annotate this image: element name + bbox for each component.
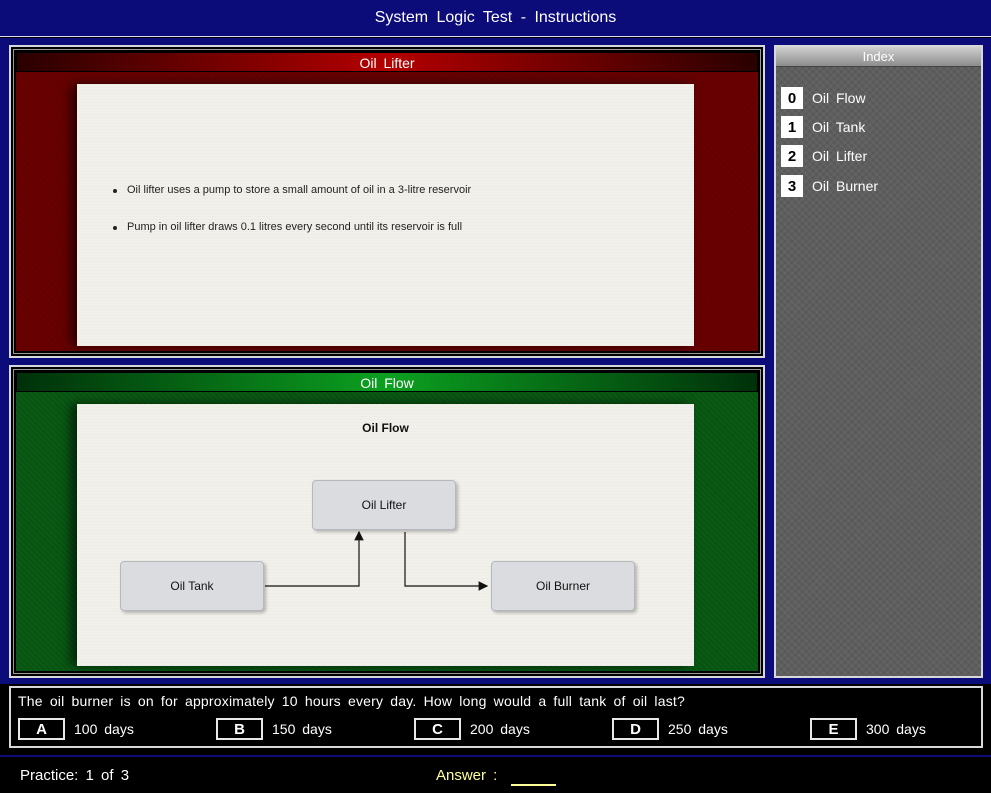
index-label: Oil Flow <box>812 90 866 106</box>
option-text: 100 days <box>74 721 134 737</box>
option-letter[interactable]: A <box>18 718 65 740</box>
option-text: 200 days <box>470 721 530 737</box>
option-text: 150 days <box>272 721 332 737</box>
index-panel: Index 0 Oil Flow 1 Oil Tank 2 Oil Lifter… <box>774 45 983 678</box>
option-c[interactable]: C 200 days <box>414 718 530 740</box>
question-area: The oil burner is on for approximately 1… <box>9 686 983 748</box>
answer-field[interactable] <box>511 784 556 786</box>
option-letter[interactable]: C <box>414 718 461 740</box>
index-label: Oil Lifter <box>812 148 868 164</box>
option-text: 300 days <box>866 721 926 737</box>
answer-label: Answer : <box>436 767 498 784</box>
instruction-bullet: Oil lifter uses a pump to store a small … <box>113 184 471 196</box>
index-number: 2 <box>781 145 803 167</box>
instruction-page: Oil lifter uses a pump to store a small … <box>77 84 694 346</box>
oil-lifter-node: Oil Lifter <box>312 480 456 530</box>
option-text: 250 days <box>668 721 728 737</box>
option-a[interactable]: A 100 days <box>18 718 134 740</box>
flow-arrows <box>265 530 489 591</box>
index-item-oil-tank[interactable]: 1 Oil Tank <box>781 116 865 138</box>
arrow-lifter-to-burner <box>404 532 489 591</box>
oil-lifter-panel: Oil Lifter Oil lifter uses a pump to sto… <box>9 45 765 358</box>
index-item-oil-lifter[interactable]: 2 Oil Lifter <box>781 145 867 167</box>
panel-body: Oil lifter uses a pump to store a small … <box>16 72 758 351</box>
index-number: 0 <box>781 87 803 109</box>
oil-burner-node: Oil Burner <box>491 561 635 611</box>
diagram-page: Oil Flow Oil Lifter Oil Tank Oil Burner <box>77 404 694 666</box>
oil-tank-node: Oil Tank <box>120 561 264 611</box>
instruction-bullet: Pump in oil lifter draws 0.1 litres ever… <box>113 221 471 233</box>
index-item-oil-flow[interactable]: 0 Oil Flow <box>781 87 866 109</box>
option-letter[interactable]: B <box>216 718 263 740</box>
panel-body: Oil Flow Oil Lifter Oil Tank Oil Burner <box>16 392 758 671</box>
option-e[interactable]: E 300 days <box>810 718 926 740</box>
option-d[interactable]: D 250 days <box>612 718 728 740</box>
panel-title: Oil Flow <box>16 372 758 392</box>
instruction-list: Oil lifter uses a pump to store a small … <box>113 184 471 258</box>
option-b[interactable]: B 150 days <box>216 718 332 740</box>
index-item-oil-burner[interactable]: 3 Oil Burner <box>781 175 878 197</box>
status-bar: Practice: 1 of 3 Answer : <box>0 755 991 793</box>
index-number: 3 <box>781 175 803 197</box>
panel-title: Oil Lifter <box>16 52 758 72</box>
question-text: The oil burner is on for approximately 1… <box>18 693 685 709</box>
index-title: Index <box>776 47 981 67</box>
practice-counter: Practice: 1 of 3 <box>20 767 130 784</box>
index-label: Oil Burner <box>812 178 879 194</box>
window-title: System Logic Test - Instructions <box>0 0 991 37</box>
index-label: Oil Tank <box>812 119 866 135</box>
option-letter[interactable]: E <box>810 718 857 740</box>
arrow-tank-to-lifter <box>265 530 364 587</box>
option-letter[interactable]: D <box>612 718 659 740</box>
oil-flow-panel: Oil Flow Oil Flow Oil Lifter Oil Tank Oi… <box>9 365 765 678</box>
index-number: 1 <box>781 116 803 138</box>
